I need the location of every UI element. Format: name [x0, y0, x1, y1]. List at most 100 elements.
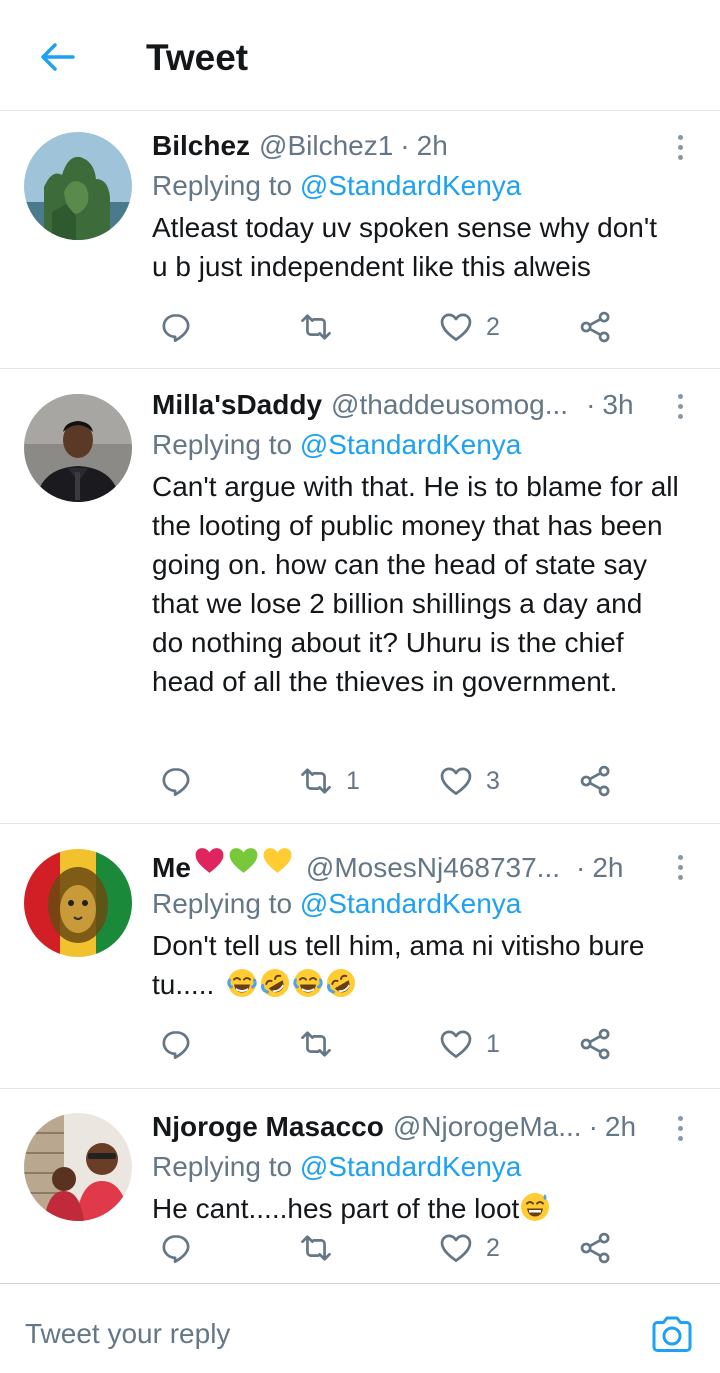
retweet-icon	[298, 309, 334, 345]
replying-to-label: Replying to	[152, 170, 293, 201]
more-vertical-icon	[677, 1115, 683, 1121]
tweet-header: Njoroge Masacco @NjorogeMa... · 2h	[152, 1107, 680, 1147]
replies-list[interactable]: Bilchez @Bilchez1 · 2h Replying to @Stan…	[0, 111, 720, 1283]
reply-bubble-icon	[158, 1026, 194, 1062]
replying-to: Replying to @StandardKenya	[152, 884, 680, 924]
reply-bubble-icon	[158, 763, 194, 799]
green-heart-emoji	[227, 844, 260, 877]
mention-link[interactable]: @StandardKenya	[300, 429, 521, 460]
heart-icon	[438, 1026, 474, 1062]
retweet-button[interactable]	[298, 1228, 346, 1268]
replying-to-label: Replying to	[152, 1151, 293, 1182]
avatar[interactable]	[24, 1113, 132, 1221]
share-button[interactable]	[578, 307, 614, 347]
retweet-icon	[298, 1026, 334, 1062]
like-button[interactable]: 2	[438, 307, 500, 347]
retweet-icon	[298, 763, 334, 799]
reply-composer: Tweet your reply	[0, 1283, 720, 1373]
share-button[interactable]	[578, 1228, 614, 1268]
heart-icon	[438, 309, 474, 345]
tweet-actions: 1	[152, 1024, 622, 1064]
retweet-button[interactable]	[298, 1024, 346, 1064]
retweet-button[interactable]: 1	[298, 761, 360, 801]
display-name[interactable]: Me	[152, 848, 191, 888]
red-heart-emoji	[193, 844, 226, 877]
reply-button[interactable]	[158, 761, 194, 801]
like-button[interactable]: 2	[438, 1228, 500, 1268]
yellow-heart-emoji	[261, 844, 294, 877]
display-name[interactable]: Bilchez	[152, 126, 250, 166]
more-vertical-icon	[677, 854, 683, 860]
more-options-button[interactable]	[668, 388, 692, 424]
tweet-header: Bilchez @Bilchez1 · 2h	[152, 126, 680, 166]
tweet-text: Can't argue with that. He is to blame fo…	[152, 471, 679, 697]
grinning-sweat-emoji	[519, 1191, 551, 1223]
user-handle[interactable]: @MosesNj468737...	[306, 848, 560, 888]
reply-button[interactable]	[158, 307, 194, 347]
reply-bubble-icon	[158, 1230, 194, 1266]
user-handle[interactable]: @NjorogeMa...	[393, 1107, 582, 1147]
retweet-icon	[298, 1230, 334, 1266]
replying-to: Replying to @StandardKenya	[152, 425, 680, 465]
reply-tweet[interactable]: Me @MosesNj468737... · 2h Replying to @S…	[0, 824, 720, 1089]
display-name[interactable]: Njoroge Masacco	[152, 1107, 384, 1147]
separator-dot: ·	[586, 389, 596, 420]
tweet-text: Don't tell us tell him, ama ni vitisho b…	[152, 926, 680, 1004]
retweet-count: 1	[346, 766, 360, 795]
reply-button[interactable]	[158, 1228, 194, 1268]
reply-tweet[interactable]: Njoroge Masacco @NjorogeMa... · 2h Reply…	[0, 1089, 720, 1283]
mention-link[interactable]: @StandardKenya	[300, 888, 521, 919]
camera-icon	[652, 1316, 692, 1352]
like-count: 2	[486, 1233, 500, 1262]
more-options-button[interactable]	[668, 849, 692, 885]
more-options-button[interactable]	[668, 129, 692, 165]
share-button[interactable]	[578, 761, 614, 801]
display-name[interactable]: Milla'sDaddy	[152, 385, 322, 425]
replying-to-label: Replying to	[152, 429, 293, 460]
reply-input[interactable]: Tweet your reply	[25, 1314, 585, 1354]
like-button[interactable]: 1	[438, 1024, 500, 1064]
rolling-laughing-emoji	[325, 967, 357, 999]
camera-button[interactable]	[650, 1314, 694, 1354]
top-app-bar: Tweet	[0, 0, 720, 111]
user-handle[interactable]: @thaddeusomog...	[331, 385, 568, 425]
heart-icon	[438, 1230, 474, 1266]
arrow-left-icon	[41, 43, 75, 71]
tweet-text: He cant.....hes part of the loot	[152, 1189, 680, 1228]
tweet-detail-screen: Tweet Bilchez @Bilchez1 · 2h Replying to…	[0, 0, 720, 1373]
like-count: 1	[486, 1029, 500, 1058]
separator-dot: ·	[588, 1111, 598, 1142]
back-button[interactable]	[36, 36, 78, 78]
more-vertical-icon	[677, 393, 683, 399]
tweet-header: Milla'sDaddy @thaddeusomog... · 3h	[152, 385, 680, 425]
avatar[interactable]	[24, 394, 132, 502]
like-count: 2	[486, 312, 500, 341]
retweet-button[interactable]	[298, 307, 346, 347]
more-vertical-icon	[677, 134, 683, 140]
tears-of-joy-emoji	[226, 967, 258, 999]
mention-link[interactable]: @StandardKenya	[300, 170, 521, 201]
timestamp: 3h	[602, 389, 634, 420]
tweet-actions: 2	[152, 1228, 622, 1268]
reply-button[interactable]	[158, 1024, 194, 1064]
separator-dot: ·	[400, 130, 410, 161]
share-icon	[578, 309, 614, 345]
avatar[interactable]	[24, 849, 132, 957]
avatar[interactable]	[24, 132, 132, 240]
rolling-laughing-emoji	[259, 967, 291, 999]
tears-of-joy-emoji	[292, 967, 324, 999]
user-handle[interactable]: @Bilchez1	[259, 126, 393, 166]
replying-to-label: Replying to	[152, 888, 293, 919]
more-options-button[interactable]	[668, 1110, 692, 1146]
reply-tweet[interactable]: Milla'sDaddy @thaddeusomog... · 3h Reply…	[0, 369, 720, 824]
mention-link[interactable]: @StandardKenya	[300, 1151, 521, 1182]
timestamp: 2h	[604, 1111, 637, 1142]
like-button[interactable]: 3	[438, 761, 500, 801]
replying-to: Replying to @StandardKenya	[152, 166, 680, 206]
timestamp: 2h	[416, 130, 448, 161]
like-count: 3	[486, 766, 500, 795]
tweet-actions: 2	[152, 307, 622, 347]
share-button[interactable]	[578, 1024, 614, 1064]
tweet-text: Atleast today uv spoken sense why don't …	[152, 212, 657, 282]
reply-tweet[interactable]: Bilchez @Bilchez1 · 2h Replying to @Stan…	[0, 111, 720, 369]
